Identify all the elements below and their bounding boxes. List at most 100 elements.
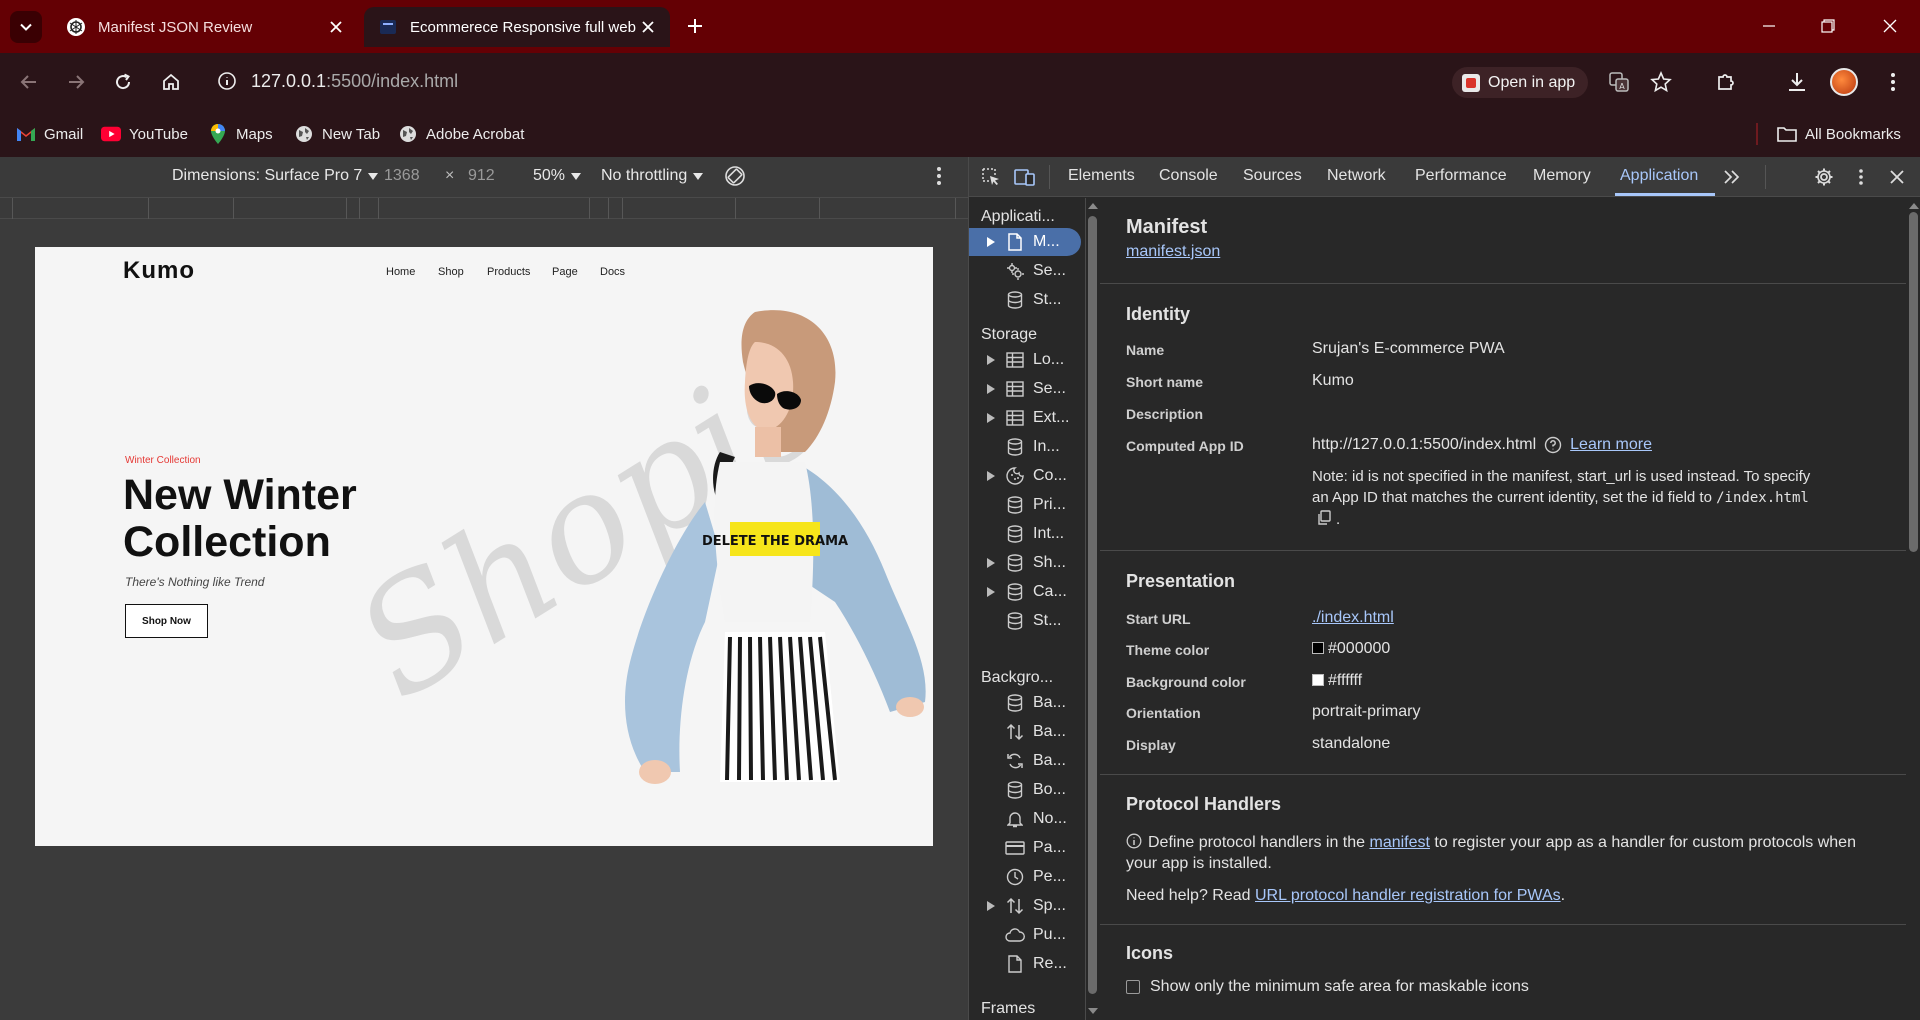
manifest-scrollbar[interactable] [1906, 198, 1920, 1020]
sidebar-item-notifications[interactable]: No... [969, 805, 1081, 833]
tab-ecommerce[interactable]: Ecommerece Responsive full webit [364, 7, 670, 47]
more-tabs-button[interactable] [1720, 165, 1744, 189]
sidebar-item-cache-storage[interactable]: Ca... [969, 578, 1081, 606]
bookmark-adobe-acrobat[interactable]: Adobe Acrobat [398, 123, 524, 145]
extensions-button[interactable] [1710, 66, 1742, 98]
start-url-value[interactable]: ./index.html [1312, 609, 1394, 627]
media-query-ruler[interactable] [0, 197, 968, 220]
forward-button[interactable] [60, 66, 92, 98]
sidebar-item-shared-storage[interactable]: Sh... [969, 549, 1081, 577]
sidebar-item-indexeddb[interactable]: In... [969, 433, 1081, 461]
sidebar-item-background-sync[interactable]: Ba... [969, 747, 1081, 775]
device-toolbar-menu[interactable] [936, 166, 942, 186]
scroll-up-arrow-icon[interactable] [1086, 201, 1100, 211]
help-icon[interactable] [1544, 436, 1562, 454]
site-logo[interactable]: Kumo [123, 257, 195, 285]
tab-console[interactable]: Console [1159, 167, 1218, 185]
sidebar-item-local-storage[interactable]: Lo... [969, 346, 1081, 374]
expand-arrow-icon[interactable] [987, 384, 995, 394]
scroll-up-arrow-icon[interactable] [1907, 201, 1920, 211]
tab-sources[interactable]: Sources [1243, 167, 1302, 185]
expand-arrow-icon[interactable] [987, 587, 995, 597]
downloads-button[interactable] [1781, 66, 1813, 98]
minimize-button[interactable] [1757, 14, 1781, 38]
tab-application[interactable]: Application [1620, 167, 1698, 185]
protocol-manifest-link[interactable]: manifest [1369, 834, 1429, 851]
bookmark-star-button[interactable] [1645, 66, 1677, 98]
sidebar-item-push-messaging[interactable]: Pu... [969, 921, 1081, 949]
expand-arrow-icon[interactable] [987, 558, 995, 568]
device-mode-toggle[interactable] [1013, 165, 1037, 189]
site-nav-home[interactable]: Home [386, 266, 415, 278]
device-dimensions-select[interactable]: Dimensions: Surface Pro 7 [172, 167, 379, 185]
back-button[interactable] [13, 66, 45, 98]
tab-search-button[interactable] [10, 11, 42, 43]
sidebar-item-service-workers[interactable]: Se... [969, 257, 1081, 285]
learn-more-link[interactable]: Learn more [1570, 436, 1652, 454]
devtools-settings-button[interactable] [1812, 165, 1836, 189]
profile-avatar[interactable] [1830, 68, 1858, 96]
bookmark-youtube[interactable]: YouTube [101, 123, 188, 145]
close-window-button[interactable] [1878, 14, 1902, 38]
expand-arrow-icon[interactable] [987, 901, 995, 911]
sidebar-item-reporting-api[interactable]: Re... [969, 950, 1081, 978]
scroll-down-arrow-icon[interactable] [1086, 1006, 1100, 1016]
sidebar-item-cookies[interactable]: Co... [969, 462, 1081, 490]
sidebar-scroll-thumb[interactable] [1088, 216, 1097, 994]
shop-now-button[interactable]: Shop Now [125, 604, 208, 638]
sidebar-item-storage-buckets[interactable]: St... [969, 607, 1081, 635]
info-icon[interactable] [217, 71, 237, 91]
reload-button[interactable] [107, 66, 139, 98]
sidebar-item-storage-app[interactable]: St... [969, 286, 1081, 314]
manifest-scroll-thumb[interactable] [1909, 212, 1918, 552]
bookmark-maps[interactable]: Maps [208, 123, 273, 145]
site-nav-shop[interactable]: Shop [438, 266, 464, 278]
rotate-button[interactable] [723, 164, 747, 188]
sidebar-item-private-state-tokens[interactable]: Pri... [969, 491, 1081, 519]
sidebar-item-manifest[interactable]: M... [969, 228, 1081, 256]
sidebar-scrollbar[interactable] [1086, 198, 1100, 1020]
checkbox-box[interactable] [1126, 980, 1140, 994]
sidebar-header-storage[interactable]: Storage [981, 326, 1037, 344]
sidebar-item-bounce-tracking[interactable]: Bo... [969, 776, 1081, 804]
sidebar-item-extension-storage[interactable]: Ext... [969, 404, 1081, 432]
expand-arrow-icon[interactable] [987, 237, 995, 247]
home-button[interactable] [155, 66, 187, 98]
device-width-input[interactable]: 1368 [384, 167, 420, 185]
sidebar-item-session-storage[interactable]: Se... [969, 375, 1081, 403]
close-tab-icon[interactable] [636, 15, 660, 39]
address-bar[interactable]: 127.0.0.1:5500/index.html [205, 61, 1605, 101]
sidebar-item-back-forward-cache[interactable]: Ba... [969, 689, 1081, 717]
expand-arrow-icon[interactable] [987, 471, 995, 481]
tab-memory[interactable]: Memory [1533, 167, 1591, 185]
tab-performance[interactable]: Performance [1415, 167, 1507, 185]
sidebar-item-interest-groups[interactable]: Int... [969, 520, 1081, 548]
expand-arrow-icon[interactable] [987, 355, 995, 365]
manifest-file-link[interactable]: manifest.json [1126, 243, 1220, 261]
devtools-menu-button[interactable] [1849, 165, 1873, 189]
sidebar-header-application[interactable]: Applicati... [981, 208, 1055, 226]
sidebar-item-background-fetch[interactable]: Ba... [969, 718, 1081, 746]
device-height-input[interactable]: 912 [468, 167, 495, 185]
bookmark-new-tab[interactable]: New Tab [294, 123, 380, 145]
sidebar-item-payment-handler[interactable]: Pa... [969, 834, 1081, 862]
new-tab-button[interactable] [683, 14, 707, 38]
site-nav-products[interactable]: Products [487, 266, 530, 278]
browser-menu-button[interactable] [1877, 66, 1909, 98]
open-in-app-button[interactable]: Open in app [1452, 67, 1588, 98]
protocol-registration-link[interactable]: URL protocol handler registration for PW… [1255, 887, 1561, 904]
close-tab-icon[interactable] [324, 15, 348, 39]
close-devtools-button[interactable] [1885, 165, 1909, 189]
tab-network[interactable]: Network [1327, 167, 1386, 185]
throttling-select[interactable]: No throttling [601, 167, 704, 185]
inspect-element-button[interactable] [979, 165, 1003, 189]
restore-button[interactable] [1816, 14, 1840, 38]
tab-elements[interactable]: Elements [1068, 167, 1135, 185]
maskable-icons-checkbox[interactable]: Show only the minimum safe area for mask… [1126, 978, 1529, 996]
site-nav-docs[interactable]: Docs [600, 266, 625, 278]
tab-manifest-json-review[interactable]: Manifest JSON Review [52, 7, 358, 47]
sidebar-item-speculative-loads[interactable]: Sp... [969, 892, 1081, 920]
sidebar-header-background-services[interactable]: Backgro... [981, 669, 1053, 687]
expand-arrow-icon[interactable] [987, 413, 995, 423]
site-nav-page[interactable]: Page [552, 266, 578, 278]
